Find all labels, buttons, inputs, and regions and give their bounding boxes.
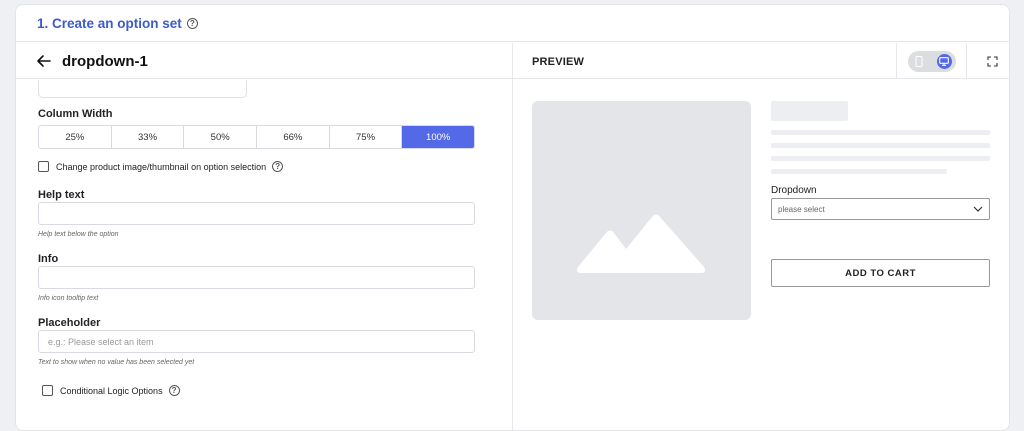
mobile-icon[interactable] [912, 54, 927, 69]
change-image-checkbox[interactable] [38, 161, 49, 172]
column-width-option[interactable]: 33% [112, 126, 185, 148]
column-width-option[interactable]: 25% [39, 126, 112, 148]
conditional-logic-row: Conditional Logic Options ? [42, 385, 180, 396]
expand-icon[interactable] [979, 48, 1005, 74]
skeleton-title [771, 101, 848, 121]
chevron-down-icon [973, 206, 983, 212]
card-header: 1. Create an option set ? [16, 5, 1009, 42]
column-width-option-selected[interactable]: 100% [402, 126, 474, 148]
placeholder-hint: Text to show when no value has been sele… [38, 359, 195, 366]
question-circle-icon[interactable]: ? [272, 161, 284, 172]
help-text-label: Help text [38, 189, 85, 201]
change-image-label: Change product image/thumbnail on option… [56, 161, 267, 172]
conditional-logic-checkbox[interactable] [42, 385, 53, 396]
info-input[interactable] [38, 266, 475, 289]
product-image-placeholder [532, 101, 751, 320]
option-set-card: 1. Create an option set ? dropdown-1 Col… [15, 4, 1010, 431]
change-image-row: Change product image/thumbnail on option… [38, 161, 284, 172]
cut-off-input[interactable] [38, 80, 247, 98]
column-width-option[interactable]: 66% [257, 126, 330, 148]
add-to-cart-button[interactable]: ADD TO CART [771, 259, 990, 287]
editor-title: dropdown-1 [62, 53, 148, 70]
editor-header: dropdown-1 [16, 43, 512, 79]
help-text-input[interactable] [38, 202, 475, 225]
preview-dropdown-placeholder: please select [778, 204, 825, 214]
arrow-left-icon[interactable] [36, 53, 52, 69]
column-width-selector: 25% 33% 50% 66% 75% 100% [38, 125, 475, 149]
conditional-logic-label: Conditional Logic Options [60, 385, 163, 396]
image-placeholder-icon [577, 214, 705, 273]
editor-panel: dropdown-1 Column Width 25% 33% 50% 66% … [16, 43, 513, 430]
question-circle-icon[interactable]: ? [168, 385, 180, 396]
placeholder-input[interactable]: e.g.: Please select an item [38, 330, 475, 353]
placeholder-label: Placeholder [38, 317, 101, 329]
info-label: Info [38, 253, 59, 265]
skeleton-line [771, 130, 990, 135]
skeleton-line [771, 169, 947, 174]
column-width-label: Column Width [38, 108, 113, 120]
skeleton-line [771, 143, 990, 148]
help-text-hint: Help text below the option [38, 231, 119, 238]
card-title: 1. Create an option set [37, 15, 182, 31]
skeleton-line [771, 156, 990, 161]
preview-title: PREVIEW [532, 56, 585, 68]
question-circle-icon[interactable]: ? [186, 17, 198, 29]
device-toggle [907, 50, 956, 72]
column-width-option[interactable]: 50% [184, 126, 258, 148]
info-hint: Info icon tooltip text [38, 295, 99, 302]
preview-panel: PREVIEW Dropdown please select ADD TO CA… [513, 43, 1009, 430]
column-width-option[interactable]: 75% [330, 126, 403, 148]
desktop-icon[interactable] [936, 53, 952, 69]
preview-dropdown[interactable]: please select [771, 198, 990, 220]
preview-dropdown-label: Dropdown [771, 185, 817, 196]
device-toggle-box [896, 43, 967, 79]
preview-header: PREVIEW [513, 43, 1009, 79]
